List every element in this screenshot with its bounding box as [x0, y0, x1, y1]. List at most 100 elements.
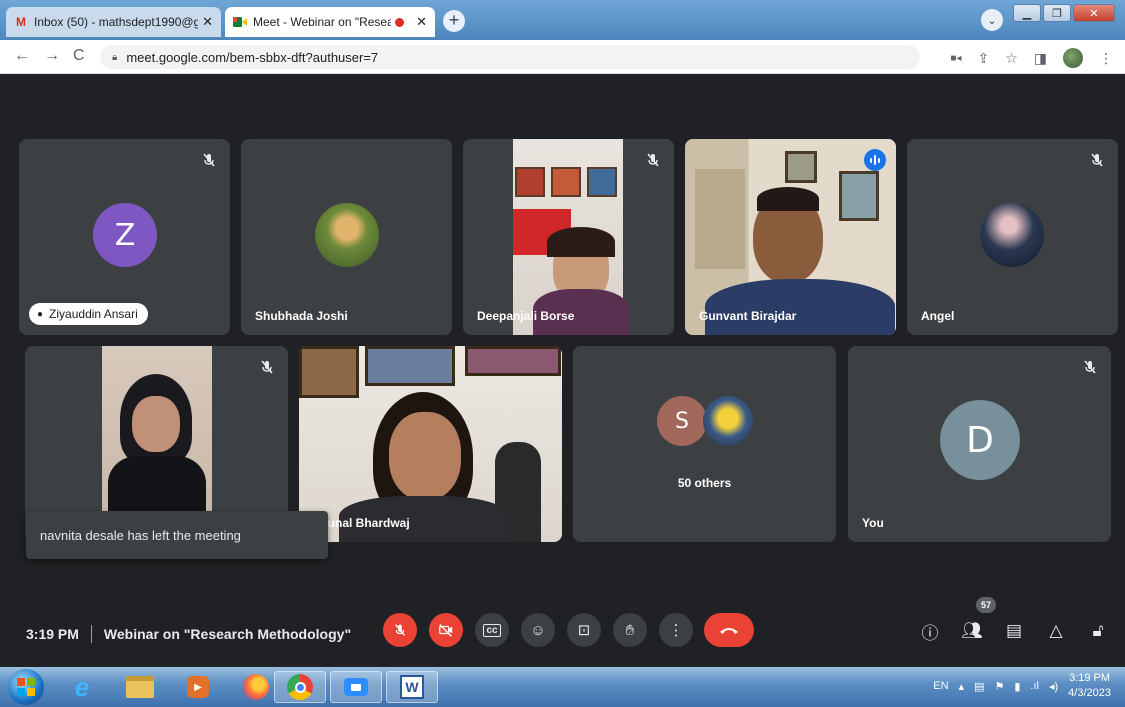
participant-name: Angel: [921, 309, 955, 323]
close-window-button[interactable]: ✕: [1073, 4, 1115, 22]
hand-icon: ✋︎: [625, 621, 635, 639]
tab-title: Inbox (50) - mathsdept1990@gm: [34, 15, 199, 29]
people-icon: 👥︎: [961, 621, 983, 640]
minimize-button[interactable]: ▁: [1013, 4, 1041, 22]
people-button[interactable]: 👥︎: [960, 619, 984, 643]
meet-icon: [233, 15, 247, 29]
internet-explorer-taskbar-icon[interactable]: e: [56, 671, 108, 703]
avatar: D: [940, 400, 1020, 480]
avatar: S: [657, 396, 707, 446]
lock-person-icon: 🔓︎: [1092, 621, 1104, 640]
media-player-taskbar-icon[interactable]: ▶: [172, 671, 224, 703]
notification-toast: navnita desale has left the meeting: [26, 511, 328, 559]
tab-gmail-inbox[interactable]: M Inbox (50) - mathsdept1990@gm ✕: [6, 7, 221, 37]
recording-indicator-icon: [395, 17, 405, 27]
camera-icon[interactable]: ■◂: [950, 53, 961, 64]
emoji-icon: ☺: [530, 621, 546, 639]
participant-tile[interactable]: Angel: [907, 139, 1118, 335]
action-center-icon[interactable]: ▤: [974, 680, 984, 693]
camera-off-icon: [439, 624, 453, 637]
bookmark-star-icon[interactable]: ☆: [1005, 50, 1018, 67]
raise-hand-button[interactable]: ✋︎: [613, 613, 647, 647]
present-button[interactable]: ⊡: [567, 613, 601, 647]
reactions-button[interactable]: ☺: [521, 613, 555, 647]
avatar-photo: [703, 396, 753, 446]
window-controls: ⌄ ▁ ❐ ✕: [981, 4, 1115, 31]
avatar: Z: [93, 203, 157, 267]
mic-muted-icon: [203, 153, 215, 167]
chrome-taskbar-icon[interactable]: [274, 671, 326, 703]
mic-muted-icon: [1091, 153, 1103, 167]
clock-date: 4/3/2023: [1068, 687, 1111, 699]
mic-toggle-button[interactable]: [383, 613, 417, 647]
signal-icon[interactable]: .ıl: [1030, 680, 1039, 692]
tab-title: Meet - Webinar on "Researc: [253, 15, 392, 29]
host-controls-button[interactable]: 🔓︎: [1086, 619, 1110, 643]
participant-name: Shubhada Joshi: [255, 309, 348, 323]
address-bar[interactable]: 🔒︎ meet.google.com/bem-sbbx-dft?authuser…: [100, 45, 920, 69]
video-feed: [299, 346, 562, 542]
close-tab-icon[interactable]: ✕: [416, 14, 427, 30]
meeting-info: 3:19 PM Webinar on "Research Methodology…: [26, 625, 351, 643]
participant-tile[interactable]: Deepanjali Borse: [463, 139, 674, 335]
taskbar-clock[interactable]: 3:19 PM 4/3/2023: [1068, 671, 1111, 701]
profile-avatar[interactable]: [1063, 48, 1083, 68]
browser-tabstrip: M Inbox (50) - mathsdept1990@gm ✕ Meet -…: [0, 0, 1125, 40]
camera-toggle-button[interactable]: [429, 613, 463, 647]
flag-icon[interactable]: ⚑: [994, 680, 1004, 693]
zoom-taskbar-icon[interactable]: [330, 671, 382, 703]
video-feed: [513, 139, 629, 335]
more-options-button[interactable]: ⋮: [659, 613, 693, 647]
participant-tile[interactable]: Mrunal Bhardwaj: [299, 346, 562, 542]
participant-tile[interactable]: Z ● Ziyauddin Ansari: [19, 139, 230, 335]
tab-search-icon[interactable]: ⌄: [981, 9, 1003, 31]
url-text: meet.google.com/bem-sbbx-dft?authuser=7: [126, 49, 379, 65]
volume-icon[interactable]: ◂): [1049, 680, 1058, 693]
language-indicator[interactable]: EN: [933, 680, 948, 692]
tab-google-meet[interactable]: Meet - Webinar on "Researc ✕: [225, 7, 435, 37]
self-tile[interactable]: D You: [848, 346, 1111, 542]
close-tab-icon[interactable]: ✕: [202, 14, 213, 30]
gmail-icon: M: [16, 15, 26, 29]
file-explorer-taskbar-icon[interactable]: [114, 671, 166, 703]
avatar-initial: D: [966, 419, 994, 461]
show-hidden-icons-icon[interactable]: ▴: [959, 680, 965, 693]
windows-taskbar: e ▶ W EN ▴ ▤ ⚑ ▮ .ıl ◂) 3:19 PM 4/3/2023: [0, 667, 1125, 707]
new-tab-button[interactable]: +: [443, 10, 465, 32]
mic-muted-icon: [647, 153, 659, 167]
network-icon[interactable]: ▮: [1014, 680, 1020, 693]
chat-button[interactable]: ▤: [1002, 619, 1026, 643]
menu-dots-icon[interactable]: ⋮: [1099, 50, 1113, 67]
system-tray: EN ▴ ▤ ⚑ ▮ .ıl ◂) 3:19 PM 4/3/2023: [933, 671, 1111, 701]
share-icon[interactable]: ⇪: [977, 50, 989, 67]
meeting-details-button[interactable]: ⓘ: [918, 619, 942, 643]
word-taskbar-icon[interactable]: W: [386, 671, 438, 703]
activities-icon: △: [1049, 621, 1063, 640]
back-icon[interactable]: ←: [14, 47, 30, 65]
reload-icon[interactable]: C: [73, 47, 85, 65]
windows-logo-icon: [17, 678, 35, 696]
video-feed: [685, 139, 896, 335]
avatar-photo: [315, 203, 379, 267]
chat-icon: ▤: [1005, 621, 1023, 640]
speaking-indicator-icon: [864, 149, 886, 171]
pin-icon: ●: [37, 308, 44, 320]
participant-name: You: [862, 516, 884, 530]
forward-icon[interactable]: →: [44, 47, 60, 65]
activities-button[interactable]: △: [1044, 619, 1068, 643]
others-tile[interactable]: S 50 others: [573, 346, 836, 542]
browser-toolbar: ← → C 🔒︎ meet.google.com/bem-sbbx-dft?au…: [0, 40, 1125, 74]
more-dots-icon: ⋮: [668, 622, 684, 639]
start-button[interactable]: [8, 669, 44, 705]
leave-call-button[interactable]: [704, 613, 754, 647]
participant-tile[interactable]: Shubhada Joshi: [241, 139, 452, 335]
side-panel-icon[interactable]: ◨: [1034, 50, 1047, 67]
mic-muted-icon: [261, 360, 273, 374]
participant-name: Deepanjali Borse: [477, 309, 575, 323]
restore-button[interactable]: ❐: [1043, 4, 1071, 22]
meet-stage: Z ● Ziyauddin Ansari Shubhada Joshi Deep…: [0, 75, 1125, 667]
participant-name-pinned: ● Ziyauddin Ansari: [29, 303, 148, 325]
participant-tile-speaking[interactable]: Gunvant Birajdar: [685, 139, 896, 335]
others-count-label: 50 others: [677, 476, 732, 490]
captions-button[interactable]: cc: [475, 613, 509, 647]
